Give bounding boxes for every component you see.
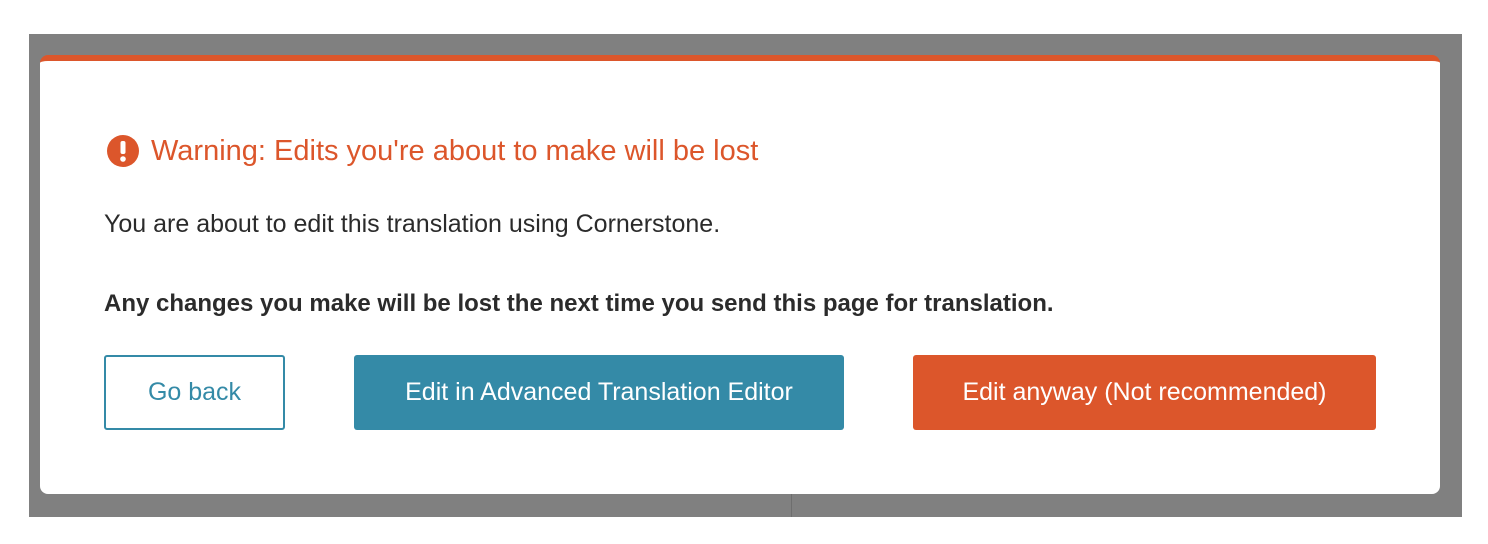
- exclamation-circle-icon: [107, 135, 139, 167]
- dialog-message: You are about to edit this translation u…: [104, 210, 721, 238]
- go-back-button[interactable]: Go back: [104, 355, 285, 430]
- dialog-header: Warning: Edits you're about to make will…: [107, 133, 758, 169]
- background-divider: [791, 490, 792, 517]
- dialog-warning-text: Any changes you make will be lost the ne…: [104, 290, 1054, 317]
- warning-dialog: Warning: Edits you're about to make will…: [40, 55, 1440, 494]
- advanced-editor-button[interactable]: Edit in Advanced Translation Editor: [354, 355, 844, 430]
- edit-anyway-button[interactable]: Edit anyway (Not recommended): [913, 355, 1376, 430]
- dialog-title: Warning: Edits you're about to make will…: [151, 135, 759, 167]
